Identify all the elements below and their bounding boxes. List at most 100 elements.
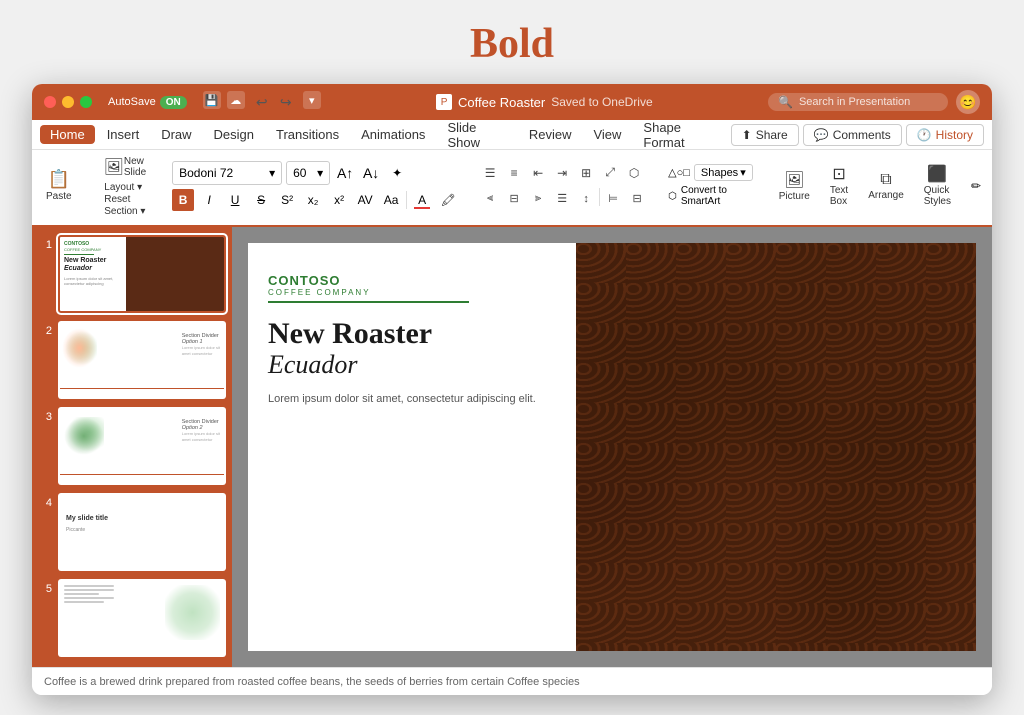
menu-insert[interactable]: Insert (97, 125, 150, 144)
edit-button[interactable]: ✏ (965, 175, 987, 197)
font-size-value: 60 (293, 166, 306, 180)
char-spacing-button[interactable]: AV (354, 189, 376, 211)
decrease-indent-button[interactable]: ⇤ (527, 162, 549, 184)
slide-preview-4[interactable]: My slide title Piccante (58, 493, 226, 571)
underline-button[interactable]: U (224, 189, 246, 211)
align-sep (599, 188, 600, 206)
coffee-beans-overlay (576, 243, 976, 651)
bold-button[interactable]: B (172, 189, 194, 211)
menu-shape-format[interactable]: Shape Format (633, 118, 728, 152)
new-slide-button[interactable]: 🖼 New Slide (98, 154, 153, 180)
decrease-font-button[interactable]: A↓ (360, 162, 382, 184)
undo-button[interactable]: ↩ (251, 91, 273, 113)
slide-preview-5[interactable] (58, 579, 226, 657)
slide4-sub: Piccante (66, 527, 85, 533)
textbox-label: Text Box (830, 185, 848, 207)
font-color-button[interactable]: A (411, 189, 433, 211)
italic-button[interactable]: I (198, 189, 220, 211)
numbering-button[interactable]: ≡ (503, 162, 525, 184)
menu-review[interactable]: Review (519, 125, 582, 144)
minimize-button[interactable] (62, 96, 74, 108)
slide-thumb-1[interactable]: 1 CONTOSO COFFEE COMPANY New RoasterEcua… (38, 235, 226, 313)
slide4-title: My slide title (66, 515, 108, 522)
menu-transitions[interactable]: Transitions (266, 125, 349, 144)
justify-button[interactable]: ☰ (551, 188, 573, 210)
slide-panel: 1 CONTOSO COFFEE COMPANY New RoasterEcua… (32, 227, 232, 667)
shapes-dropdown[interactable]: Shapes ▾ (694, 164, 753, 181)
textbox-tool[interactable]: ⊡ Text Box (824, 162, 854, 209)
paste-button[interactable]: 📋 Paste (40, 167, 78, 204)
font-name-select[interactable]: Bodoni 72 ▾ (172, 161, 282, 185)
share-button[interactable]: ⬆ Share (731, 124, 799, 146)
slide-thumb-2[interactable]: 2 Section DividerOption 1Lorem ipsum dol… (38, 321, 226, 399)
customize-icon[interactable]: ▾ (303, 91, 321, 109)
page-title: Bold (470, 20, 554, 68)
share-icon: ⬆ (742, 128, 752, 142)
coffee-beans-bg (576, 243, 976, 651)
subscript-button[interactable]: x₂ (302, 189, 324, 211)
redo-button[interactable]: ↪ (275, 91, 297, 113)
edit-group: ✏ ⬡ (965, 175, 992, 197)
size-dropdown-icon: ▾ (317, 166, 323, 180)
font-size-select[interactable]: 60 ▾ (286, 161, 330, 185)
select-button[interactable]: ⬡ (989, 175, 992, 197)
cloud-icon[interactable]: ☁ (227, 91, 245, 109)
font-name-value: Bodoni 72 (179, 166, 233, 180)
user-avatar[interactable]: 😊 (956, 90, 980, 114)
smartart-convert-button[interactable]: ⬡ (623, 162, 645, 184)
line-spacing-button[interactable]: ↕ (575, 188, 597, 210)
align-center-button[interactable]: ⊟ (503, 188, 525, 210)
slide-thumb-5[interactable]: 5 (38, 579, 226, 657)
slide-thumb-3[interactable]: 3 Section DividerOption 2Lorem ipsum dol… (38, 407, 226, 485)
increase-indent-button[interactable]: ⇥ (551, 162, 573, 184)
quick-styles-icon: ⬛ (927, 164, 947, 184)
text-direction-button[interactable]: ⤢ (599, 162, 621, 184)
text-columns-button[interactable]: ⊟ (626, 188, 648, 210)
menu-design[interactable]: Design (204, 125, 264, 144)
slide-canvas[interactable]: CONTOSO COFFEE COMPANY New Roaster Ecuad… (248, 243, 976, 651)
slide1-image-bg (126, 237, 224, 311)
reset-button[interactable]: Reset (102, 194, 147, 205)
slide-preview-2[interactable]: Section DividerOption 1Lorem ipsum dolor… (58, 321, 226, 399)
layout-button[interactable]: Layout ▾ (102, 182, 147, 193)
superscript-button[interactable]: x² (328, 189, 350, 211)
menu-slideshow[interactable]: Slide Show (437, 118, 516, 152)
slide5-line4 (64, 597, 114, 599)
menu-home[interactable]: Home (40, 125, 95, 144)
increase-font-button[interactable]: A↑ (334, 162, 356, 184)
align-right-button[interactable]: ⫸ (527, 188, 549, 210)
autosave-toggle[interactable]: ON (160, 96, 187, 109)
menu-view[interactable]: View (583, 125, 631, 144)
slide-brand-divider (268, 301, 469, 303)
comments-button[interactable]: 💬 Comments (803, 124, 902, 146)
slide-preview-3[interactable]: Section DividerOption 2Lorem ipsum dolor… (58, 407, 226, 485)
arrange-label: Arrange (868, 190, 904, 201)
clear-format-button[interactable]: ✦ (386, 162, 408, 184)
strikethrough-button[interactable]: S (250, 189, 272, 211)
align-left-button[interactable]: ⫷ (479, 188, 501, 210)
convert-smartart[interactable]: ⬡ Convert to SmartArt (668, 185, 753, 207)
picture-tool[interactable]: 🖼 Picture (773, 168, 816, 204)
save-icon[interactable]: 💾 (203, 91, 221, 109)
arrange-tool[interactable]: ⧉ Arrange (862, 169, 910, 203)
slide-brand-sub: COFFEE COMPANY (268, 288, 556, 297)
change-case-button[interactable]: Aa (380, 189, 402, 211)
menu-animations[interactable]: Animations (351, 125, 435, 144)
quick-styles-tool[interactable]: ⬛ Quick Styles (918, 162, 957, 209)
shadow-button[interactable]: S² (276, 189, 298, 211)
bullets-button[interactable]: ☰ (479, 162, 501, 184)
menu-draw[interactable]: Draw (151, 125, 201, 144)
search-bar[interactable]: 🔍 Search in Presentation (768, 93, 948, 111)
columns-button[interactable]: ⊞ (575, 162, 597, 184)
slide3-watercolor (64, 417, 104, 455)
quick-styles-label: Quick Styles (924, 185, 951, 207)
menu-right-actions: ⬆ Share 💬 Comments 🕐 History (731, 124, 984, 146)
section-button[interactable]: Section ▾ (102, 206, 147, 217)
close-button[interactable] (44, 96, 56, 108)
history-button[interactable]: 🕐 History (906, 124, 984, 146)
highlight-button[interactable]: 🖍 (437, 189, 459, 211)
maximize-button[interactable] (80, 96, 92, 108)
vertical-align-button[interactable]: ⊨ (602, 188, 624, 210)
slide-thumb-4[interactable]: 4 My slide title Piccante (38, 493, 226, 571)
slide-preview-1[interactable]: CONTOSO COFFEE COMPANY New RoasterEcuado… (58, 235, 226, 313)
